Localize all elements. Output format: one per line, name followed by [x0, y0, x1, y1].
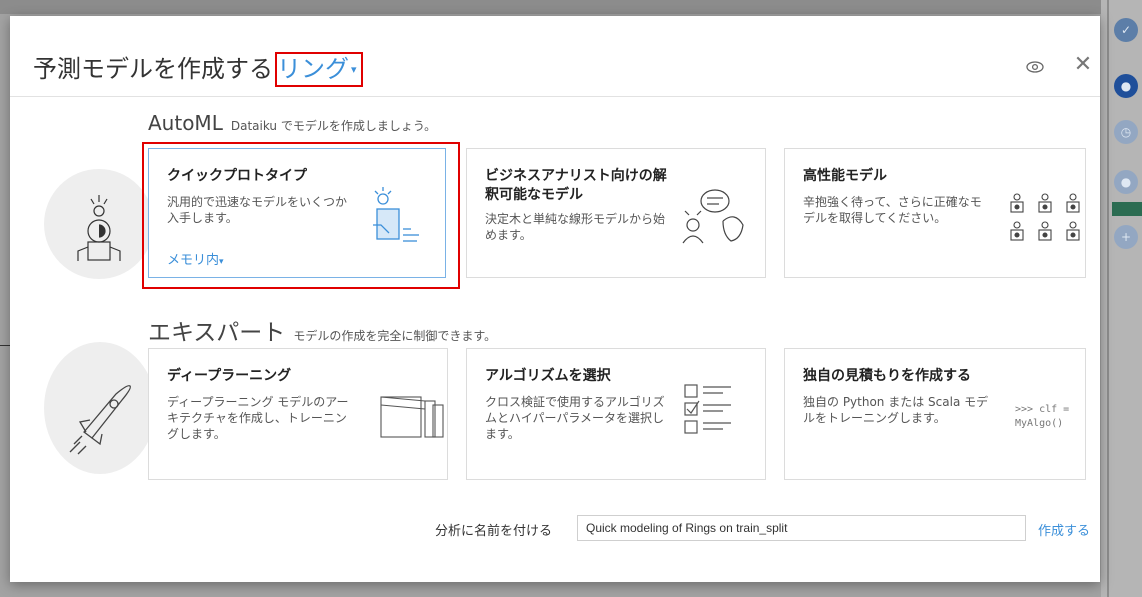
- checklist-icon: [684, 384, 731, 434]
- target-dropdown[interactable]: リング ▾: [275, 52, 363, 87]
- high-performance-card[interactable]: 高性能モデル 辛抱強く待って、さらに正確なモデルを取得してください。: [784, 148, 1086, 278]
- close-icon[interactable]: ✕: [1072, 54, 1094, 76]
- side-chat-icon[interactable]: ●: [1114, 170, 1138, 194]
- automl-heading-title: AutoML: [148, 111, 223, 135]
- chevron-down-icon: ▾: [351, 63, 357, 76]
- side-plus-icon[interactable]: +: [1114, 225, 1138, 249]
- card-title: ディープラーニング: [167, 368, 292, 384]
- layers-icon: [380, 396, 444, 438]
- target-dropdown-label[interactable]: リング: [277, 55, 349, 83]
- card-description: 決定木と単純な線形モデルから始めます。: [485, 212, 666, 242]
- card-description: 独自の Python または Scala モデルをトレーニングします。: [803, 395, 989, 425]
- robot-icon: [77, 195, 121, 261]
- backdrop-divider: [0, 345, 10, 346]
- custom-estimator-card[interactable]: 独自の見積もりを作成する 独自の Python または Scala モデルをトレ…: [784, 348, 1086, 480]
- card-title: アルゴリズムを選択: [485, 368, 611, 384]
- automl-heading-subtitle: Dataiku でモデルを作成しましょう。: [230, 119, 437, 133]
- code-snippet: >>> clf = MyAlgo(): [1015, 404, 1070, 429]
- analyst-icon: [682, 189, 744, 244]
- modal-title: 予測モデルを作成する リング ▾: [33, 49, 363, 87]
- expert-rocket-circle: [44, 342, 156, 474]
- card-description: ディープラーニング モデルのアーキテクチャを作成し、トレーニングします。: [167, 395, 349, 441]
- expert-heading-subtitle: モデルの作成を完全に制御できます。: [293, 329, 497, 343]
- modal-title-text: 予測モデルを作成する: [33, 55, 273, 83]
- automl-robot-circle: [44, 169, 154, 279]
- modal-header: 予測モデルを作成する リング ▾ ✕: [10, 16, 1100, 97]
- robots-grid-icon: [1010, 193, 1080, 241]
- selection-highlight: [142, 142, 460, 289]
- card-description: クロス検証で使用するアルゴリズムとハイパーパラメータを選択します。: [485, 395, 665, 441]
- card-title: 高性能モデル: [803, 168, 887, 184]
- card-description: 辛抱強く待って、さらに正確なモデルを取得してください。: [803, 195, 982, 225]
- deep-learning-card[interactable]: ディープラーニング ディープラーニング モデルのアーキテクチャを作成し、トレーニ…: [148, 348, 448, 480]
- create-button[interactable]: 作成する: [1038, 520, 1090, 539]
- card-title: 独自の見積もりを作成する: [803, 368, 971, 384]
- side-user-icon[interactable]: ●: [1114, 74, 1138, 98]
- analysis-name-label: 分析に名前を付ける: [435, 524, 553, 539]
- eye-icon[interactable]: [1026, 60, 1044, 74]
- analysis-name-input[interactable]: [577, 515, 1026, 541]
- interpretable-models-card[interactable]: ビジネスアナリスト向けの解釈可能なモデル 決定木と単純な線形モデルから始めます。: [466, 148, 766, 278]
- expert-heading-title: エキスパート: [148, 320, 286, 346]
- expert-heading: エキスパート モデルの作成を完全に制御できます。: [148, 313, 496, 347]
- side-clock-icon[interactable]: ◷: [1114, 120, 1138, 144]
- choose-algorithm-card[interactable]: アルゴリズムを選択 クロス検証で使用するアルゴリズムとハイパーパラメータを選択し…: [466, 348, 766, 480]
- backdrop-top-bar: [0, 0, 1142, 14]
- create-model-modal: 予測モデルを作成する リング ▾ ✕ AutoML Dataiku でモデルを作成しま…: [10, 16, 1100, 582]
- rocket-icon: [69, 385, 131, 455]
- side-check-icon[interactable]: ✓: [1114, 18, 1138, 42]
- card-title: ビジネスアナリスト向けの解釈可能なモデル: [485, 168, 667, 203]
- side-tag: [1112, 202, 1142, 216]
- automl-heading: AutoML Dataiku でモデルを作成しましょう。: [148, 111, 436, 135]
